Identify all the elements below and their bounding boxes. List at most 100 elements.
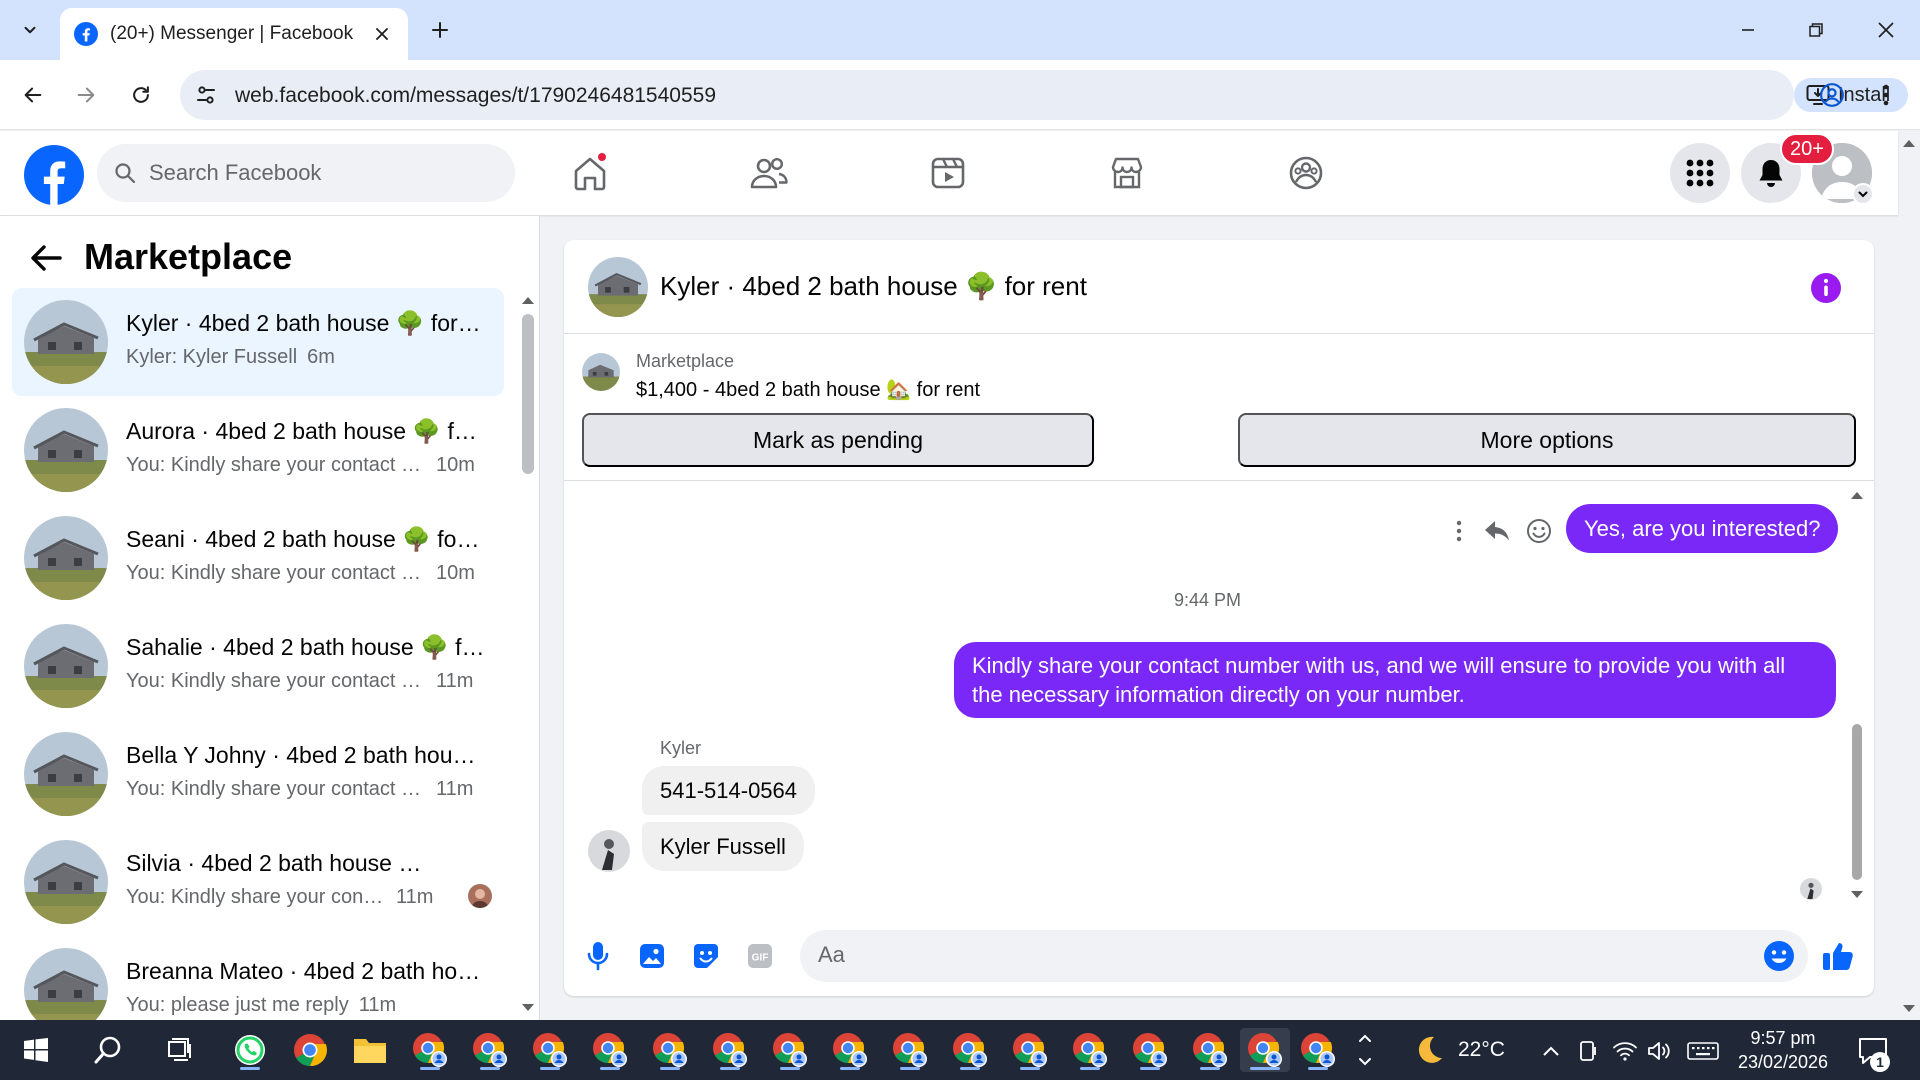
taskbar-chrome-profile[interactable] — [948, 1028, 992, 1072]
reload-button[interactable] — [123, 77, 159, 113]
gif-button[interactable]: GIF — [742, 938, 778, 974]
taskbar-chrome-profile-active[interactable] — [1240, 1028, 1290, 1072]
taskbar-chrome-profile[interactable] — [768, 1028, 812, 1072]
scroll-up-arrow-icon[interactable] — [520, 294, 536, 306]
address-bar[interactable]: web.facebook.com/messages/t/179024648154… — [180, 70, 1908, 120]
taskbar-chrome[interactable] — [288, 1028, 332, 1072]
chrome-profile-icon — [533, 1033, 567, 1067]
svg-text:GIF: GIF — [752, 953, 769, 964]
message-incoming[interactable]: 541-514-0564 — [642, 766, 816, 815]
scroll-up-arrow-icon[interactable] — [1850, 490, 1864, 500]
account-menu-caret[interactable] — [1852, 183, 1874, 205]
tab-search-button[interactable] — [12, 12, 48, 48]
info-icon[interactable] — [1810, 272, 1842, 304]
taskbar-chrome-profile[interactable] — [528, 1028, 572, 1072]
tray-device[interactable] — [1576, 1038, 1602, 1064]
message-outgoing[interactable]: Kindly share your contact number with us… — [954, 642, 1836, 718]
message-more-button[interactable] — [1444, 516, 1474, 546]
chat-title[interactable]: Kyler · 4bed 2 bath house 🌳 for rent — [660, 271, 1087, 302]
voice-clip-button[interactable] — [580, 938, 616, 974]
tray-wifi[interactable] — [1612, 1038, 1638, 1064]
browser-tab-active[interactable]: (20+) Messenger | Facebook — [60, 8, 408, 60]
profile-button[interactable] — [1814, 77, 1850, 113]
taskbar-chrome-profile[interactable] — [408, 1028, 452, 1072]
scroll-down-arrow-icon[interactable] — [520, 1002, 536, 1014]
page-scroll-up-icon[interactable] — [1902, 138, 1916, 148]
taskbar-whatsapp[interactable] — [228, 1028, 272, 1072]
tray-keyboard[interactable] — [1686, 1038, 1720, 1064]
scroll-down-arrow-icon[interactable] — [1850, 890, 1864, 900]
conversation-item[interactable]: Kyler · 4bed 2 bath house 🌳 for rent Kyl… — [12, 288, 504, 396]
message-incoming[interactable]: Kyler Fussell — [642, 822, 804, 871]
site-settings-icon[interactable] — [194, 83, 218, 107]
conversation-item[interactable]: Sahalie · 4bed 2 bath house 🌳 for rent Y… — [12, 612, 504, 720]
tab-close-button[interactable] — [370, 22, 394, 46]
message-input-wrapper[interactable] — [800, 930, 1808, 982]
more-vertical-icon — [1883, 84, 1889, 106]
nav-gaming[interactable] — [1276, 143, 1336, 203]
conversation-item[interactable]: Seani · 4bed 2 bath house 🌳 for rent You… — [12, 504, 504, 612]
taskbar-chrome-profile[interactable] — [1068, 1028, 1112, 1072]
show-hidden-icons-button[interactable] — [1538, 1038, 1564, 1064]
taskbar-chrome-profile[interactable] — [1188, 1028, 1232, 1072]
whatsapp-icon — [235, 1035, 265, 1065]
search-button[interactable] — [86, 1028, 130, 1072]
new-tab-button[interactable] — [424, 14, 456, 46]
more-options-button[interactable]: More options — [1238, 413, 1856, 467]
taskbar-chrome-profile[interactable] — [708, 1028, 752, 1072]
nav-friends[interactable] — [739, 143, 799, 203]
reply-button[interactable] — [1482, 516, 1512, 546]
minimize-button[interactable] — [1724, 10, 1772, 50]
restore-button[interactable] — [1792, 10, 1840, 50]
emoji-icon[interactable] — [1762, 939, 1796, 973]
conversation-item[interactable]: Silvia · 4bed 2 bath house 🌳 for rent Yo… — [12, 828, 504, 936]
back-to-chats-button[interactable] — [26, 238, 66, 278]
start-button[interactable] — [14, 1028, 58, 1072]
message-input[interactable] — [818, 942, 1718, 968]
page-scroll-down-icon[interactable] — [1902, 1004, 1916, 1014]
nav-marketplace[interactable] — [1097, 143, 1157, 203]
window-close-button[interactable] — [1862, 10, 1910, 50]
attach-photo-button[interactable] — [634, 938, 670, 974]
back-button[interactable] — [15, 77, 51, 113]
react-button[interactable] — [1524, 516, 1554, 546]
taskbar-chrome-profile[interactable] — [1128, 1028, 1172, 1072]
listing-title[interactable]: $1,400 - 4bed 2 bath house 🏡 for rent — [636, 377, 980, 402]
taskbar-scroll-button[interactable] — [1352, 1028, 1378, 1072]
menu-button[interactable] — [1670, 143, 1730, 203]
facebook-search[interactable] — [97, 144, 515, 202]
nav-home[interactable] — [560, 143, 620, 203]
house-photo-icon — [582, 353, 620, 391]
chat-avatar[interactable] — [588, 257, 648, 317]
facebook-logo-icon[interactable] — [24, 145, 84, 205]
message-outgoing[interactable]: Yes, are you interested? — [1566, 504, 1839, 553]
like-button[interactable] — [1820, 938, 1856, 974]
facebook-search-input[interactable] — [149, 160, 489, 186]
sticker-button[interactable] — [688, 938, 724, 974]
taskbar-chrome-profile[interactable] — [888, 1028, 932, 1072]
conversation-item[interactable]: Aurora · 4bed 2 bath house 🌳 for rent Yo… — [12, 396, 504, 504]
sender-avatar[interactable] — [588, 830, 630, 872]
task-view-button[interactable] — [158, 1028, 202, 1072]
url-text[interactable]: web.facebook.com/messages/t/179024648154… — [235, 84, 716, 108]
taskbar-chrome-profile[interactable] — [648, 1028, 692, 1072]
conversation-item[interactable]: Bella Y Johny · 4bed 2 bath house 🌳 for … — [12, 720, 504, 828]
nav-video[interactable] — [918, 143, 978, 203]
taskbar-chrome-profile[interactable] — [828, 1028, 872, 1072]
system-clock[interactable]: 9:57 pm 23/02/2026 — [1728, 1026, 1838, 1074]
taskbar-chrome-profile[interactable] — [1008, 1028, 1052, 1072]
mark-as-pending-button[interactable]: Mark as pending — [582, 413, 1094, 467]
conversation-list-scrollbar[interactable] — [522, 314, 534, 474]
taskbar-chrome-profile[interactable] — [468, 1028, 512, 1072]
taskbar-chrome-profile[interactable] — [588, 1028, 632, 1072]
weather-widget[interactable]: 22°C — [1412, 1034, 1505, 1066]
forward-button[interactable] — [68, 77, 104, 113]
taskbar-chrome-profile[interactable] — [1296, 1028, 1340, 1072]
tray-volume[interactable] — [1646, 1038, 1672, 1064]
chat-scrollbar[interactable] — [1852, 724, 1862, 880]
listing-thumbnail[interactable] — [582, 353, 620, 391]
taskbar-file-explorer[interactable] — [348, 1028, 392, 1072]
conversation-item[interactable]: Breanna Mateo · 4bed 2 bath house 🌳 for … — [12, 936, 504, 1020]
restore-icon — [1809, 23, 1823, 37]
browser-menu-button[interactable] — [1868, 77, 1904, 113]
